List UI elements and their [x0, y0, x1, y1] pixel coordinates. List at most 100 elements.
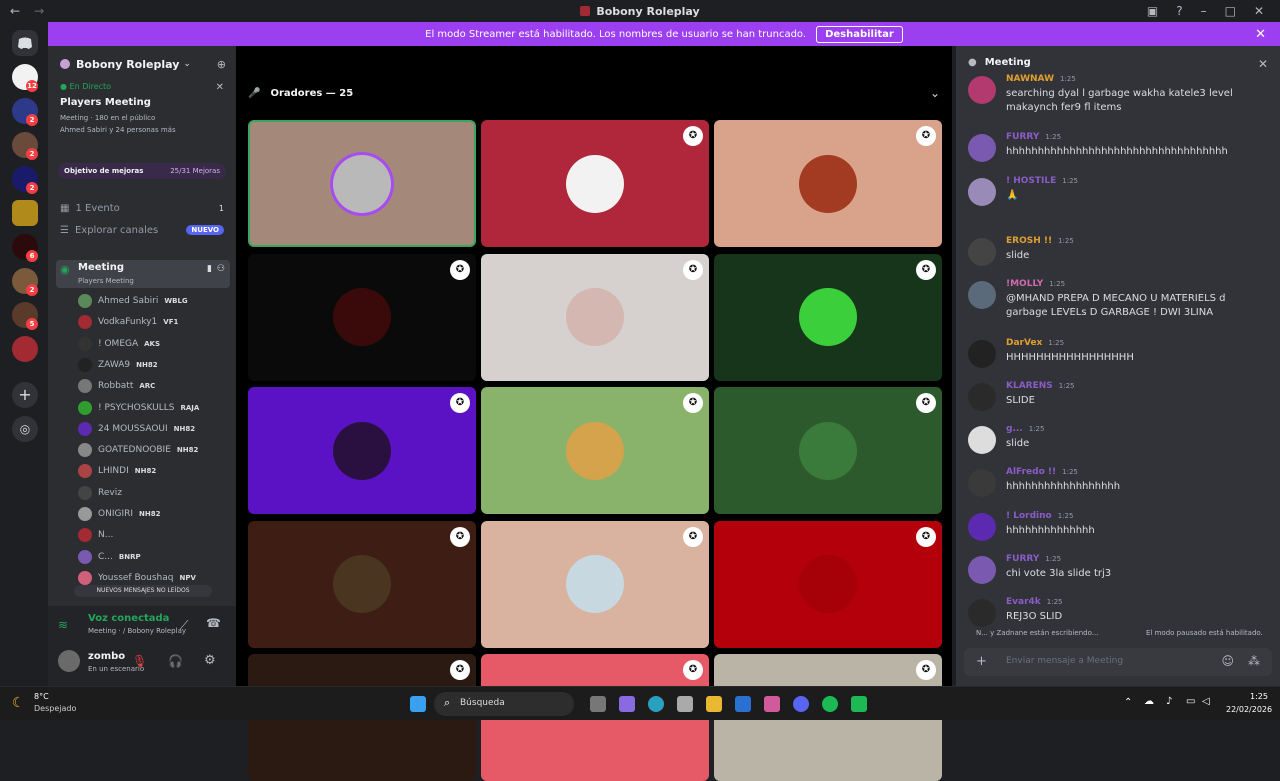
speaker-tile[interactable]: ✪: [714, 120, 942, 247]
server-icon-bobony[interactable]: [12, 336, 38, 362]
add-server-icon[interactable]: +: [12, 382, 38, 408]
speaker-tile[interactable]: ✪: [248, 253, 476, 381]
speaker-tile[interactable]: ✪: [481, 253, 709, 381]
inbox-icon[interactable]: ▣: [1147, 4, 1158, 18]
server-icon-4[interactable]: 2: [12, 166, 38, 194]
apps-icon[interactable]: ⁂: [1248, 654, 1260, 668]
avatar[interactable]: [968, 469, 996, 497]
chat-icon[interactable]: ▮: [207, 264, 212, 274]
windows-start-icon[interactable]: [410, 696, 426, 712]
close-window-button[interactable]: ✕: [1254, 4, 1264, 18]
help-icon[interactable]: ?: [1176, 4, 1182, 18]
member-row[interactable]: VodkaFunky1 VF1: [78, 313, 178, 331]
network-icon[interactable]: ▭: [1186, 696, 1195, 707]
tray-chevron-icon[interactable]: ⌃: [1124, 697, 1132, 708]
disconnect-icon[interactable]: ☎: [206, 616, 221, 630]
avatar[interactable]: [968, 238, 996, 266]
message-author[interactable]: Evar4k 1:25: [1006, 597, 1063, 607]
headphones-icon[interactable]: 🎧: [168, 654, 183, 668]
avatar[interactable]: [968, 340, 996, 368]
speaker-tile[interactable]: ✪: [248, 387, 476, 514]
message-author[interactable]: ! Lordino 1:25: [1006, 511, 1073, 521]
minimize-button[interactable]: –: [1201, 4, 1207, 18]
server-icon-8[interactable]: 5: [12, 302, 38, 330]
message-author[interactable]: DarVex 1:25: [1006, 338, 1064, 348]
server-icon-3[interactable]: 2: [12, 132, 38, 160]
avatar[interactable]: [968, 178, 996, 206]
member-row[interactable]: Ahmed Sabiri WBLG: [78, 292, 188, 310]
message-author[interactable]: NAWNAW 1:25: [1006, 74, 1076, 84]
message-author[interactable]: !MOLLY 1:25: [1006, 279, 1065, 289]
server-icon-2[interactable]: 2: [12, 98, 38, 126]
message-author[interactable]: KLARENS 1:25: [1006, 381, 1075, 391]
app-icon-green[interactable]: [851, 696, 867, 712]
message-author[interactable]: FURRY 1:25: [1006, 132, 1061, 142]
avatar[interactable]: [968, 599, 996, 627]
server-icon-1[interactable]: 12: [12, 64, 38, 92]
events-row[interactable]: ▦ 1 Evento 1: [48, 200, 236, 216]
server-header[interactable]: Bobony Roleplay ⌄ ⊕: [48, 54, 236, 74]
unread-messages-pill[interactable]: NUEVOS MENSAJES NO LEÍDOS: [74, 585, 212, 597]
emoji-icon[interactable]: ☺: [1221, 654, 1234, 668]
member-row[interactable]: Robbatt ARC: [78, 377, 155, 395]
edge-icon[interactable]: [648, 696, 664, 712]
server-icon-7[interactable]: 2: [12, 268, 38, 296]
speaker-tile[interactable]: ✪: [714, 387, 942, 514]
chevron-down-icon[interactable]: ⌄: [930, 86, 940, 100]
speaker-tile[interactable]: ✪: [481, 520, 709, 648]
live-stage-card[interactable]: ● En Directo Players Meeting Meeting · 1…: [48, 82, 236, 148]
avatar[interactable]: [968, 383, 996, 411]
avatar[interactable]: [968, 513, 996, 541]
explore-channels-row[interactable]: ☰ Explorar canales NUEVO: [48, 222, 236, 238]
member-row[interactable]: C... BNRP: [78, 548, 141, 566]
message-author[interactable]: g... 1:25: [1006, 424, 1044, 434]
member-row[interactable]: 24 MOUSSAOUI NH82: [78, 420, 195, 438]
photos-icon[interactable]: [764, 696, 780, 712]
message-author[interactable]: ! HOSTILE 1:25: [1006, 176, 1078, 186]
disable-streamer-button[interactable]: Deshabilitar: [816, 25, 903, 43]
mail-icon[interactable]: [735, 696, 751, 712]
mic-tray-icon[interactable]: ♪: [1166, 696, 1172, 707]
close-banner-icon[interactable]: ✕: [1255, 27, 1266, 42]
speakers-header[interactable]: 🎤 Oradores — 25: [248, 88, 353, 99]
channel-meeting[interactable]: ◉ Meeting Players Meeting ▮ ⚇: [56, 260, 230, 288]
mic-muted-icon[interactable]: 🎙: [132, 654, 147, 668]
speaker-tile[interactable]: ✪: [248, 520, 476, 648]
close-icon[interactable]: ✕: [216, 82, 224, 93]
add-member-icon[interactable]: ⚇: [217, 264, 225, 274]
speaker-tile[interactable]: ✪: [714, 520, 942, 648]
message-author[interactable]: EROSH !! 1:25: [1006, 236, 1074, 246]
avatar[interactable]: [968, 556, 996, 584]
discover-icon[interactable]: ◎: [12, 416, 38, 442]
message-author[interactable]: AlFredo !! 1:25: [1006, 467, 1078, 477]
avatar[interactable]: [968, 281, 996, 309]
task-view-icon[interactable]: [590, 696, 606, 712]
message-author[interactable]: FURRY 1:25: [1006, 554, 1061, 564]
noise-suppression-icon[interactable]: ⟋: [180, 618, 188, 633]
speaker-tile[interactable]: ✪: [481, 387, 709, 514]
maximize-button[interactable]: □: [1225, 4, 1236, 18]
discord-taskbar-icon[interactable]: [793, 696, 809, 712]
member-row[interactable]: ! OMEGA AKS: [78, 335, 160, 353]
avatar[interactable]: [968, 76, 996, 104]
member-row[interactable]: ! PSYCHOSKULLS RAJA: [78, 399, 199, 417]
member-row[interactable]: ZAWA9 NH82: [78, 356, 158, 374]
message-input-box[interactable]: + Enviar mensaje a Meeting ☺ ⁂: [964, 648, 1272, 676]
discord-home-button[interactable]: [12, 30, 38, 56]
server-icon-6[interactable]: 6: [12, 234, 38, 262]
avatar[interactable]: [58, 650, 80, 672]
member-row[interactable]: N...: [78, 526, 113, 544]
spotify-icon[interactable]: [822, 696, 838, 712]
message-input[interactable]: Enviar mensaje a Meeting: [1006, 656, 1123, 666]
speaker-tile[interactable]: ✪: [714, 253, 942, 381]
boost-goal-bar[interactable]: Objetivo de mejoras 25/31 Mejoras: [58, 163, 226, 179]
taskbar-search[interactable]: ⌕ Búsqueda: [434, 692, 574, 716]
add-attachment-icon[interactable]: +: [976, 654, 987, 669]
settings-gear-icon[interactable]: ⚙: [204, 653, 216, 668]
speaker-tile[interactable]: ✪: [481, 120, 709, 247]
server-icon-5[interactable]: [12, 200, 38, 226]
member-row[interactable]: GOATEDNOOBIE NH82: [78, 441, 198, 459]
member-row[interactable]: Reviz: [78, 484, 122, 502]
store-icon[interactable]: [677, 696, 693, 712]
invite-icon[interactable]: ⊕: [217, 58, 226, 71]
